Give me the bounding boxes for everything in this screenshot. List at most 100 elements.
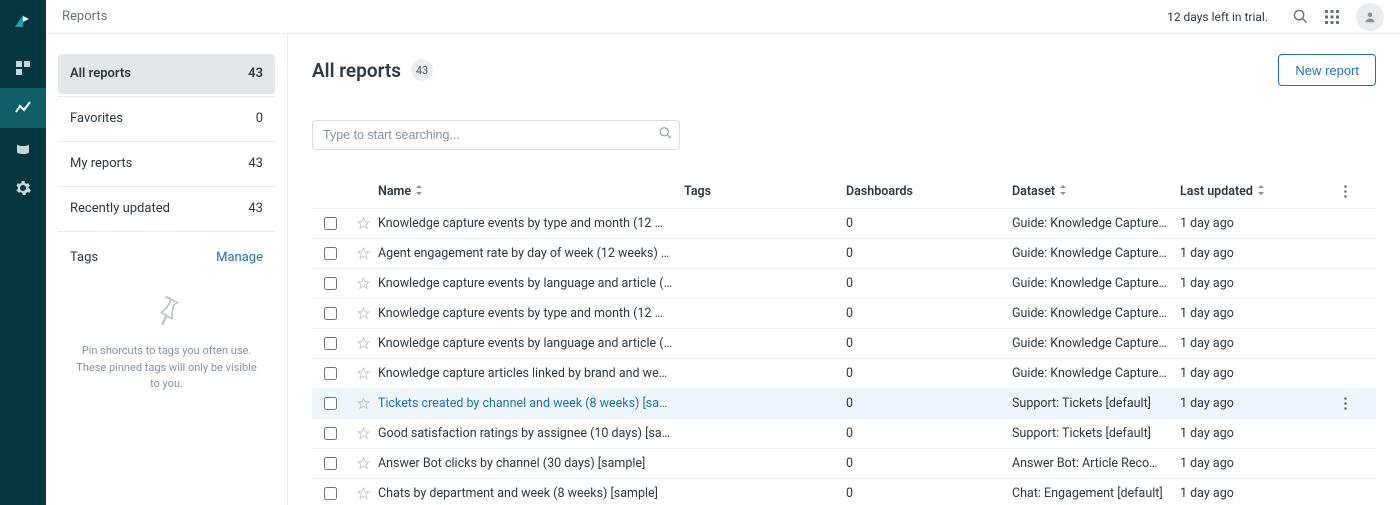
column-last-updated[interactable]: Last updated xyxy=(1180,184,1330,199)
favorite-star-icon[interactable] xyxy=(348,277,378,290)
table-row[interactable]: Knowledge capture events by language and… xyxy=(312,328,1376,358)
table-row[interactable]: Knowledge capture events by type and mon… xyxy=(312,298,1376,328)
report-dataset: Answer Bot: Article Recommenda... xyxy=(1012,456,1180,471)
favorite-star-icon[interactable] xyxy=(348,307,378,320)
favorite-star-icon[interactable] xyxy=(348,337,378,350)
report-dashboards: 0 xyxy=(846,486,1012,501)
sidebar-item-all-reports[interactable]: All reports 43 xyxy=(58,54,275,94)
sidebar-item-count: 43 xyxy=(248,156,263,171)
report-dashboards: 0 xyxy=(846,216,1012,231)
favorite-star-icon[interactable] xyxy=(348,427,378,440)
table-header: Name Tags Dashboards Dataset Last update… xyxy=(312,176,1376,208)
nav-reports[interactable] xyxy=(0,88,46,128)
sidebar-item-count: 43 xyxy=(248,66,263,81)
sidebar-item-label: Favorites xyxy=(70,111,123,126)
row-checkbox[interactable] xyxy=(324,307,337,320)
sidebar-item-label: All reports xyxy=(70,66,131,81)
search-icon[interactable] xyxy=(1284,1,1316,33)
row-checkbox[interactable] xyxy=(324,397,337,410)
report-updated: 1 day ago xyxy=(1180,276,1330,291)
sidebar-item-favorites[interactable]: Favorites 0 xyxy=(58,99,275,139)
report-dashboards: 0 xyxy=(846,366,1012,381)
main-content: All reports 43 New report xyxy=(288,34,1400,505)
sidebar-item-count: 43 xyxy=(248,201,263,216)
page-title: All reports xyxy=(312,59,401,82)
sidebar-item-recently-updated[interactable]: Recently updated 43 xyxy=(58,189,275,229)
table-row[interactable]: Answer Bot clicks by channel (30 days) [… xyxy=(312,448,1376,478)
sidebar-item-count: 0 xyxy=(256,111,263,126)
sidebar-item-label: My reports xyxy=(70,156,132,171)
column-tags[interactable]: Tags xyxy=(684,184,846,199)
column-name[interactable]: Name xyxy=(378,184,684,199)
avatar[interactable] xyxy=(1356,3,1384,31)
sort-icon xyxy=(1257,185,1265,195)
tags-label: Tags xyxy=(70,250,98,265)
table-row[interactable]: Knowledge capture events by type and mon… xyxy=(312,208,1376,238)
report-name[interactable]: Agent engagement rate by day of week (12… xyxy=(378,246,684,261)
table-row[interactable]: Good satisfaction ratings by assignee (1… xyxy=(312,418,1376,448)
row-checkbox[interactable] xyxy=(324,217,337,230)
table-options-icon[interactable] xyxy=(1330,185,1360,198)
nav-admin[interactable] xyxy=(0,168,46,208)
table-row[interactable]: Knowledge capture events by language and… xyxy=(312,268,1376,298)
report-updated: 1 day ago xyxy=(1180,486,1330,501)
sidebar-item-label: Recently updated xyxy=(70,201,170,216)
app-logo[interactable] xyxy=(9,8,37,36)
report-name[interactable]: Knowledge capture events by language and… xyxy=(378,336,684,351)
report-name[interactable]: Tickets created by channel and week (8 w… xyxy=(378,396,684,411)
nav-datasets[interactable] xyxy=(0,128,46,168)
favorite-star-icon[interactable] xyxy=(348,217,378,230)
report-dataset: Guide: Knowledge Capture [defa... xyxy=(1012,336,1180,351)
report-updated: 1 day ago xyxy=(1180,246,1330,261)
favorite-star-icon[interactable] xyxy=(348,397,378,410)
row-more-icon[interactable] xyxy=(1330,397,1360,410)
report-dataset: Guide: Knowledge Capture [defa... xyxy=(1012,366,1180,381)
manage-tags-link[interactable]: Manage xyxy=(216,250,263,265)
row-checkbox[interactable] xyxy=(324,367,337,380)
row-checkbox[interactable] xyxy=(324,247,337,260)
report-dashboards: 0 xyxy=(846,276,1012,291)
report-dataset: Guide: Knowledge Capture [defa... xyxy=(1012,306,1180,321)
favorite-star-icon[interactable] xyxy=(348,247,378,260)
report-dataset: Guide: Knowledge Capture [defa... xyxy=(1012,276,1180,291)
table-row[interactable]: Tickets created by channel and week (8 w… xyxy=(312,388,1376,418)
report-updated: 1 day ago xyxy=(1180,426,1330,441)
report-name[interactable]: Knowledge capture events by language and… xyxy=(378,276,684,291)
row-checkbox[interactable] xyxy=(324,487,337,500)
table-row[interactable]: Agent engagement rate by day of week (12… xyxy=(312,238,1376,268)
column-dataset[interactable]: Dataset xyxy=(1012,184,1180,199)
table-row[interactable]: Chats by department and week (8 weeks) [… xyxy=(312,478,1376,505)
favorite-star-icon[interactable] xyxy=(348,367,378,380)
column-dashboards[interactable]: Dashboards xyxy=(846,184,1012,199)
report-dataset: Guide: Knowledge Capture [defa... xyxy=(1012,216,1180,231)
reports-count-badge: 43 xyxy=(411,59,433,81)
favorite-star-icon[interactable] xyxy=(348,487,378,500)
nav-rail xyxy=(0,0,46,505)
report-name[interactable]: Knowledge capture articles linked by bra… xyxy=(378,366,684,381)
report-dashboards: 0 xyxy=(846,246,1012,261)
row-checkbox[interactable] xyxy=(324,427,337,440)
report-updated: 1 day ago xyxy=(1180,216,1330,231)
row-checkbox[interactable] xyxy=(324,337,337,350)
report-dashboards: 0 xyxy=(846,456,1012,471)
trial-status: 12 days left in trial. xyxy=(1167,10,1268,24)
favorite-star-icon[interactable] xyxy=(348,457,378,470)
search-input[interactable] xyxy=(312,120,680,150)
report-updated: 1 day ago xyxy=(1180,456,1330,471)
report-name[interactable]: Knowledge capture events by type and mon… xyxy=(378,216,684,231)
report-name[interactable]: Knowledge capture events by type and mon… xyxy=(378,306,684,321)
tags-empty-text: Pin shorcuts to tags you often use. Thes… xyxy=(58,343,275,393)
report-name[interactable]: Answer Bot clicks by channel (30 days) [… xyxy=(378,456,684,471)
report-dashboards: 0 xyxy=(846,396,1012,411)
report-name[interactable]: Chats by department and week (8 weeks) [… xyxy=(378,486,684,501)
table-row[interactable]: Knowledge capture articles linked by bra… xyxy=(312,358,1376,388)
row-checkbox[interactable] xyxy=(324,457,337,470)
row-checkbox[interactable] xyxy=(324,277,337,290)
report-name[interactable]: Good satisfaction ratings by assignee (1… xyxy=(378,426,684,441)
reports-table: Name Tags Dashboards Dataset Last update… xyxy=(312,176,1376,505)
apps-icon[interactable] xyxy=(1316,1,1348,33)
sidebar-item-my-reports[interactable]: My reports 43 xyxy=(58,144,275,184)
new-report-button[interactable]: New report xyxy=(1278,54,1376,86)
nav-dashboards[interactable] xyxy=(0,48,46,88)
report-dataset: Chat: Engagement [default] xyxy=(1012,486,1180,501)
